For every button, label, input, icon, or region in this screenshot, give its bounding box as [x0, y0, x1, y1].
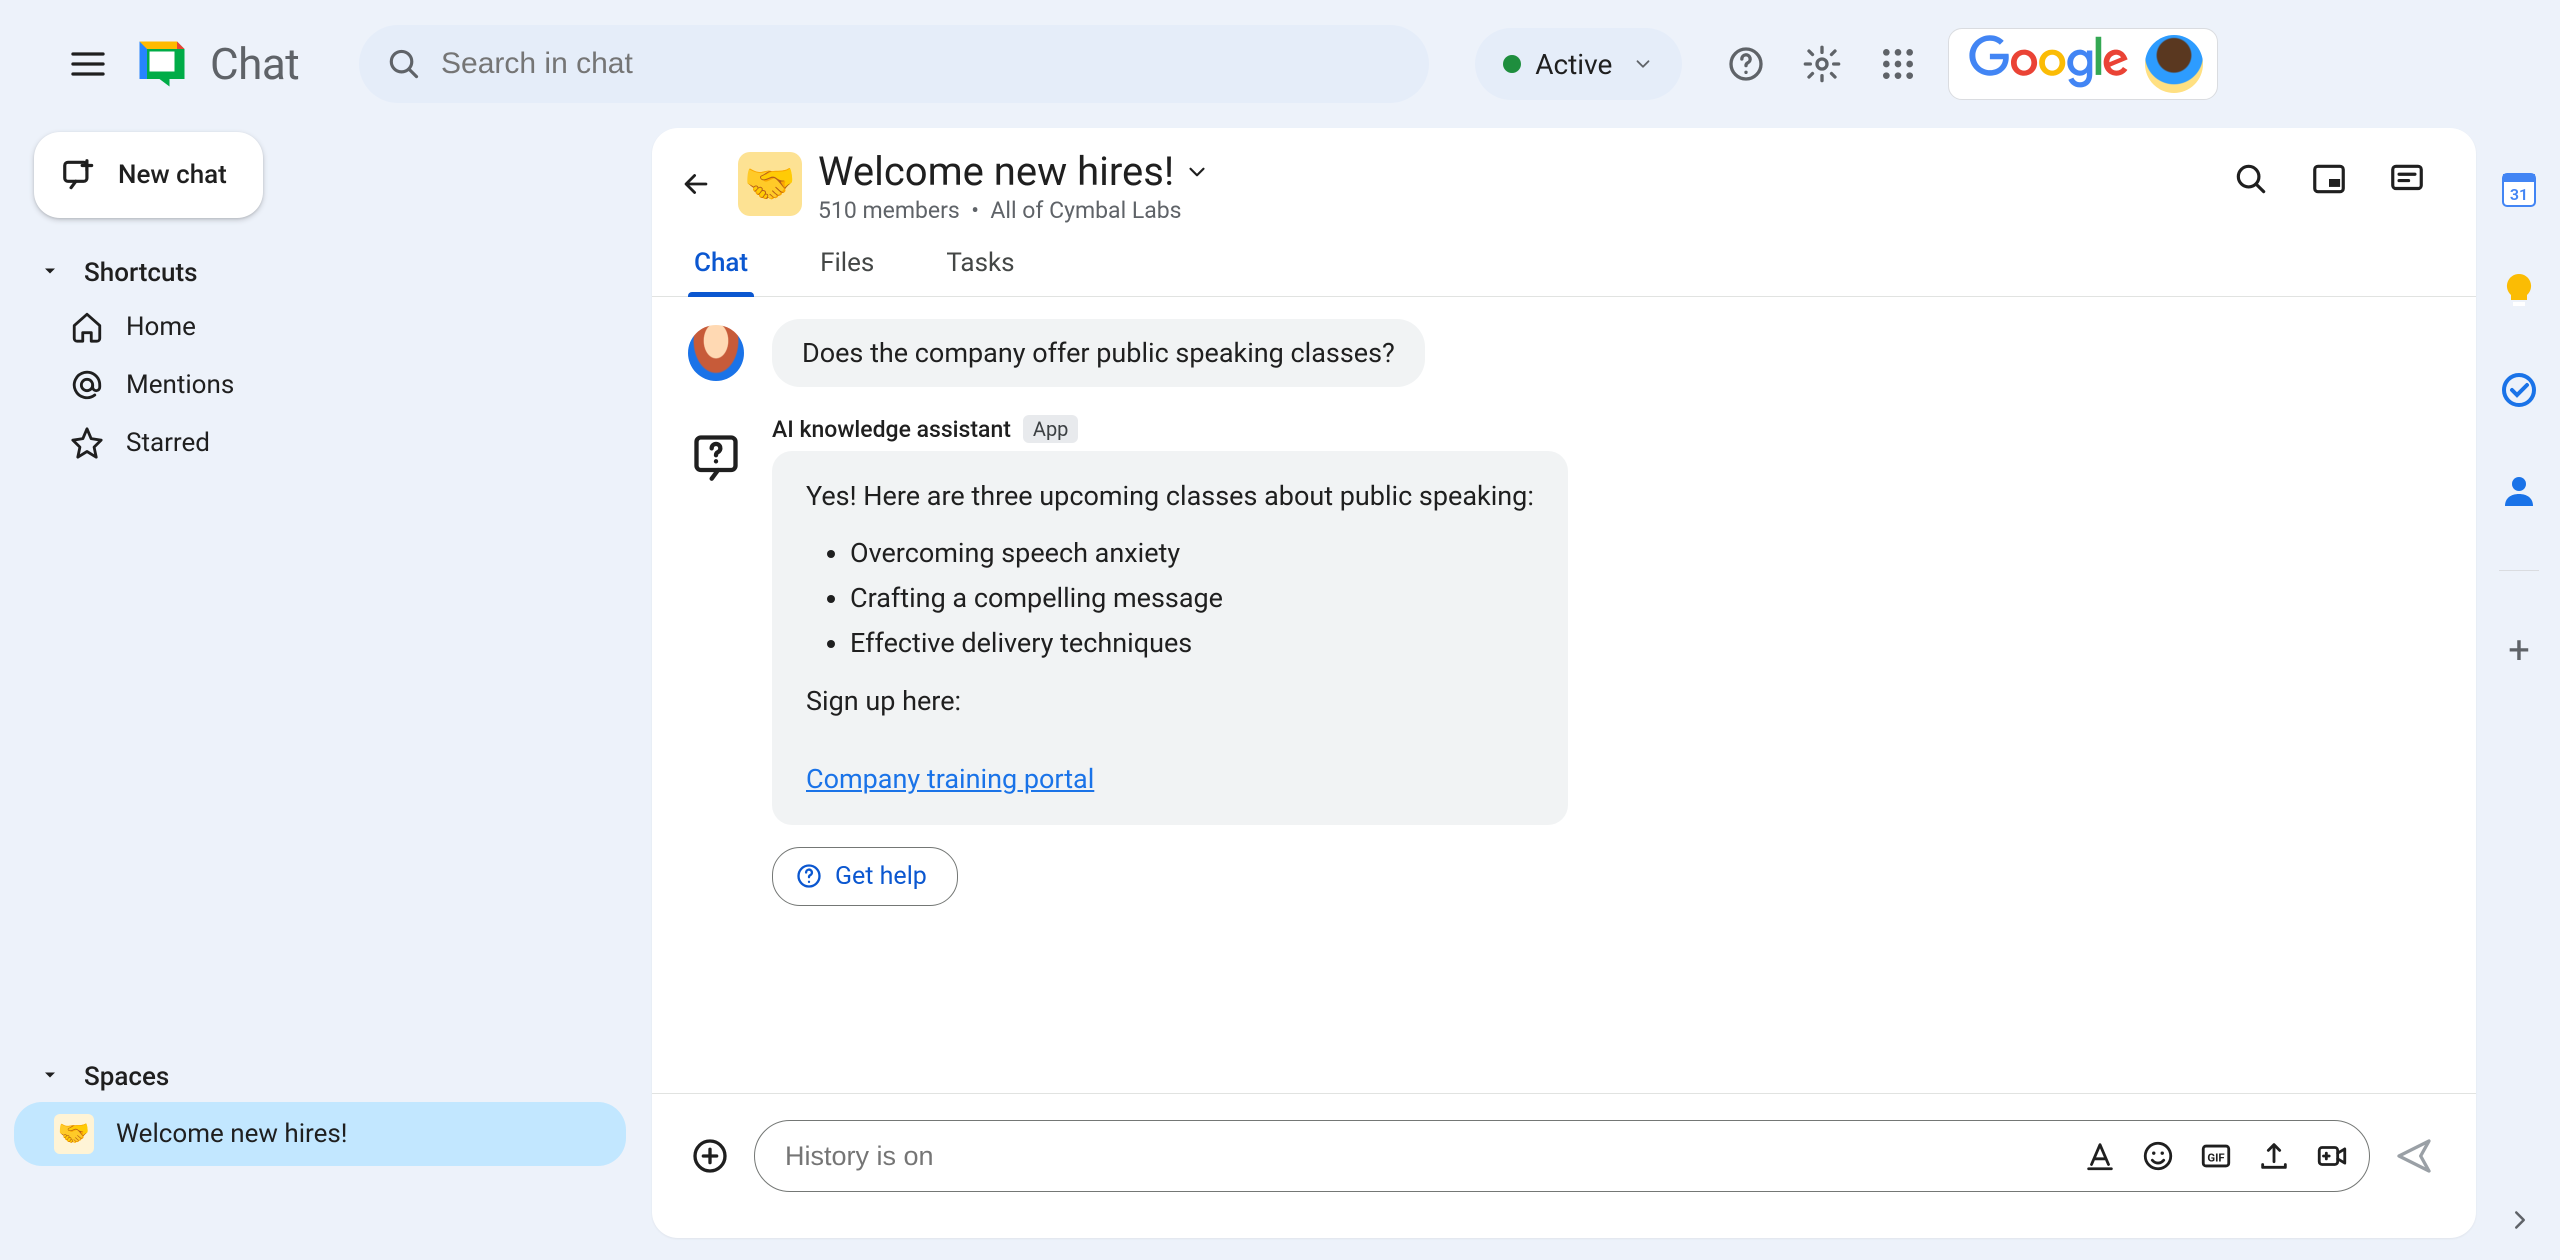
google-logo-text [1969, 35, 2129, 93]
apps-grid-icon [1878, 44, 1918, 84]
format-text-button[interactable] [2083, 1139, 2117, 1173]
help-icon [1726, 44, 1766, 84]
tasks-icon [2499, 370, 2539, 410]
account-badge[interactable] [1948, 28, 2218, 100]
composer-add-button[interactable] [684, 1130, 736, 1182]
message-bot: AI knowledge assistant App Yes! Here are… [688, 415, 2440, 906]
chat-logo-icon [132, 34, 192, 94]
side-divider [2499, 570, 2539, 571]
settings-button[interactable] [1792, 34, 1852, 94]
conversation-tabs: Chat Files Tasks [652, 224, 2476, 297]
meet-button[interactable] [2315, 1139, 2349, 1173]
search-bar[interactable] [359, 25, 1429, 103]
search-conversation-button[interactable] [2232, 160, 2270, 198]
side-panel: 31 + [2478, 154, 2560, 1260]
app-name: Chat [210, 38, 299, 90]
training-portal-link[interactable]: Company training portal [806, 763, 1094, 795]
contacts-addon[interactable] [2499, 470, 2539, 510]
get-help-button[interactable]: Get help [772, 847, 958, 906]
space-title-dropdown[interactable]: Welcome new hires! [818, 148, 2216, 195]
gif-button[interactable]: GIF [2199, 1139, 2233, 1173]
new-chat-label: New chat [118, 160, 227, 190]
help-icon [795, 862, 823, 890]
bot-header: AI knowledge assistant App [772, 415, 1568, 443]
conversation-header: 🤝 Welcome new hires! 510 members • All o… [652, 128, 2476, 224]
get-addons-button[interactable]: + [2499, 631, 2539, 671]
composer: GIF [652, 1094, 2476, 1238]
message-input[interactable] [785, 1141, 2083, 1172]
spaces-header[interactable]: Spaces [14, 1052, 626, 1102]
space-avatar: 🤝 [738, 152, 802, 216]
tab-chat[interactable]: Chat [688, 240, 754, 296]
menu-icon [68, 44, 108, 84]
calendar-addon[interactable]: 31 [2499, 170, 2539, 210]
emoji-button[interactable] [2141, 1139, 2175, 1173]
star-icon [70, 426, 104, 460]
help-button[interactable] [1716, 34, 1776, 94]
send-icon [2394, 1136, 2434, 1176]
plus-icon: + [2508, 629, 2530, 673]
send-button[interactable] [2388, 1130, 2440, 1182]
app-chip: App [1023, 415, 1079, 443]
plus-circle-icon [690, 1136, 730, 1176]
open-thread-button[interactable] [2388, 160, 2426, 198]
sidebar-item-mentions[interactable]: Mentions [14, 356, 626, 414]
messages-area: Does the company offer public speaking c… [652, 297, 2476, 1094]
message-user: Does the company offer public speaking c… [688, 319, 2440, 387]
main-menu-button[interactable] [52, 28, 124, 100]
home-icon [70, 310, 104, 344]
chevron-down-icon [1632, 53, 1654, 75]
bot-avatar [688, 429, 744, 485]
app-logo[interactable]: Chat [132, 34, 299, 94]
chevron-down-icon [1184, 159, 1210, 185]
shortcuts-header[interactable]: Shortcuts [14, 248, 626, 298]
sidebar-item-starred[interactable]: Starred [14, 414, 626, 472]
upload-button[interactable] [2257, 1139, 2291, 1173]
search-icon [385, 44, 423, 84]
sidebar-space-welcome[interactable]: 🤝 Welcome new hires! [14, 1102, 626, 1166]
panel-collapse-button[interactable] [2500, 1200, 2540, 1240]
qa-bot-icon [690, 431, 742, 483]
calendar-icon: 31 [2499, 170, 2539, 210]
gear-icon [1802, 44, 1842, 84]
bot-message-bubble: Yes! Here are three upcoming classes abo… [772, 451, 1568, 825]
space-subtitle: 510 members • All of Cymbal Labs [818, 197, 2216, 224]
at-icon [70, 368, 104, 402]
search-input[interactable] [441, 47, 1403, 81]
person-icon [2499, 470, 2539, 510]
new-chat-button[interactable]: New chat [34, 132, 263, 218]
sidebar-item-home[interactable]: Home [14, 298, 626, 356]
status-active-dot [1503, 55, 1521, 73]
picture-in-picture-button[interactable] [2310, 160, 2348, 198]
left-sidebar: New chat Shortcuts Home Mentions Starred… [0, 128, 640, 1260]
new-chat-icon [60, 156, 98, 194]
user-message-avatar [688, 325, 744, 381]
tasks-addon[interactable] [2499, 370, 2539, 410]
handshake-emoji-icon: 🤝 [54, 1114, 94, 1154]
svg-text:GIF: GIF [2207, 1151, 2224, 1165]
status-selector[interactable]: Active [1475, 28, 1682, 100]
status-label: Active [1535, 48, 1612, 81]
main-panel: 🤝 Welcome new hires! 510 members • All o… [652, 128, 2476, 1238]
chevron-right-icon [2505, 1205, 2535, 1235]
tab-files[interactable]: Files [814, 240, 880, 296]
back-button[interactable] [670, 158, 722, 210]
keep-icon [2499, 270, 2539, 310]
svg-text:31: 31 [2510, 185, 2528, 204]
user-message-bubble: Does the company offer public speaking c… [772, 319, 1425, 387]
apps-button[interactable] [1868, 34, 1928, 94]
caret-down-icon [40, 1065, 60, 1085]
user-avatar[interactable] [2145, 35, 2203, 93]
arrow-left-icon [679, 167, 713, 201]
keep-addon[interactable] [2499, 270, 2539, 310]
caret-down-icon [40, 261, 60, 281]
tab-tasks[interactable]: Tasks [940, 240, 1020, 296]
